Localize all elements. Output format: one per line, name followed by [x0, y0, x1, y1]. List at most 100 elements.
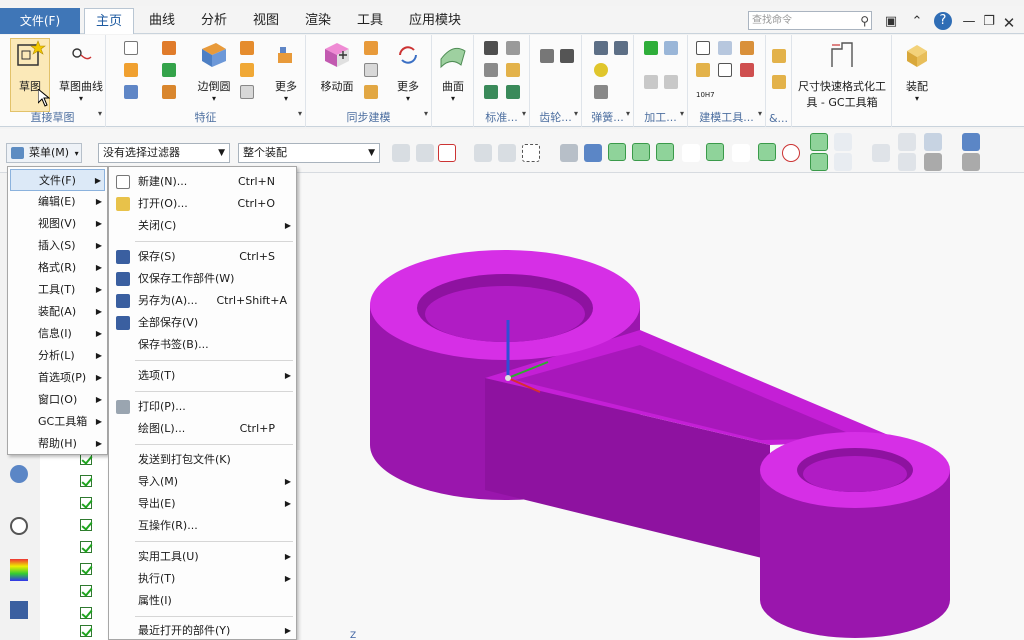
machining-item-icon[interactable]	[644, 75, 658, 89]
file-save-work-part[interactable]: 仅保存工作部件(W)	[110, 268, 295, 290]
history-clock-icon[interactable]	[10, 517, 28, 535]
tab-render[interactable]: 渲染	[296, 8, 340, 34]
standard-item4-icon[interactable]	[506, 85, 520, 99]
render-style-icon[interactable]	[924, 153, 942, 171]
edge-blend-button[interactable]: 边倒圆 ▾	[192, 39, 236, 103]
menu-item-preferences[interactable]: 首选项(P) ▶	[10, 367, 105, 389]
standard-part-icon[interactable]	[484, 41, 498, 55]
pattern-icon[interactable]	[240, 85, 254, 99]
offset-region-icon[interactable]	[364, 63, 378, 77]
sketch-button[interactable]: 草图	[10, 39, 50, 107]
file-close[interactable]: 关闭(C) ▶	[110, 215, 295, 237]
intersection-icon[interactable]	[732, 144, 750, 162]
tree-row[interactable]	[80, 624, 110, 640]
tab-tools[interactable]: 工具	[348, 8, 392, 34]
file-save-bookmark[interactable]: 保存书签(B)...	[110, 334, 295, 356]
cube-select-icon[interactable]	[584, 144, 602, 162]
spring-coil-icon[interactable]	[594, 63, 608, 77]
selection-scope-select[interactable]: 整个装配 ▼	[238, 143, 380, 163]
view-orient-icon[interactable]	[962, 133, 980, 151]
menu-item-view[interactable]: 视图(V) ▶	[10, 213, 105, 235]
standard-item3-icon[interactable]	[484, 85, 498, 99]
filter-tool-icon[interactable]	[392, 144, 410, 162]
file-send-to-package[interactable]: 发送到打包文件(K)	[110, 449, 295, 471]
snap-line-icon[interactable]	[632, 143, 650, 161]
tree-row[interactable]	[80, 496, 110, 512]
menu-item-file[interactable]: 文件(F) ▶	[10, 169, 105, 191]
more-item2-icon[interactable]	[772, 75, 786, 89]
connecting-rod-model[interactable]	[300, 173, 1024, 640]
file-new[interactable]: 新建(N)... Ctrl+N	[110, 171, 295, 193]
file-print[interactable]: 打印(P)...	[110, 396, 295, 418]
grid-icon[interactable]	[834, 153, 852, 171]
file-recent-parts[interactable]: 最近打开的部件(Y) ▶	[110, 620, 295, 640]
file-plot[interactable]: 绘图(L)... Ctrl+P	[110, 418, 295, 440]
menu-item-insert[interactable]: 插入(S) ▶	[10, 235, 105, 257]
menu-item-gc-toolbox[interactable]: GC工具箱 ▶	[10, 411, 105, 433]
block-icon[interactable]	[124, 41, 138, 55]
file-export[interactable]: 导出(E) ▶	[110, 493, 295, 515]
selection-filter-select[interactable]: 没有选择过滤器 ▼	[98, 143, 230, 163]
machining-tool-icon[interactable]	[664, 41, 678, 55]
grid-edit-icon[interactable]	[740, 41, 754, 55]
group-label-standard[interactable]: 标准... ▾	[474, 109, 529, 125]
menu-item-window[interactable]: 窗口(O) ▶	[10, 389, 105, 411]
snap-point-icon[interactable]	[474, 144, 492, 162]
window-frame-icon[interactable]: ▣	[882, 14, 900, 29]
role-icon[interactable]	[10, 601, 28, 619]
surface-button[interactable]: 曲面 ▾	[434, 39, 472, 103]
datum-icon[interactable]	[162, 63, 176, 77]
more-sync-button[interactable]: 更多 ▾	[388, 39, 428, 103]
snap-center-icon[interactable]	[758, 143, 776, 161]
more-feature-button[interactable]: 更多 ▾	[268, 39, 304, 103]
rotate-view-icon[interactable]	[898, 153, 916, 171]
more-item-icon[interactable]	[772, 49, 786, 63]
spring-icon[interactable]	[594, 41, 608, 55]
tree-row[interactable]	[80, 474, 110, 490]
dim-format-button[interactable]: 尺寸快速格式化工 具 - GC工具箱	[792, 39, 892, 110]
edit-section-icon[interactable]	[962, 153, 980, 171]
file-execute[interactable]: 执行(T) ▶	[110, 568, 295, 590]
menu-item-format[interactable]: 格式(R) ▶	[10, 257, 105, 279]
help-icon[interactable]: ?	[934, 12, 952, 30]
menu-item-info[interactable]: 信息(I) ▶	[10, 323, 105, 345]
menu-item-edit[interactable]: 编辑(E) ▶	[10, 191, 105, 213]
checkmark-icon[interactable]	[644, 41, 658, 55]
tab-home[interactable]: 主页	[84, 8, 134, 34]
tab-view[interactable]: 视图	[244, 8, 288, 34]
tree-row[interactable]	[80, 562, 110, 578]
gear-icon[interactable]	[540, 49, 554, 63]
hole-icon[interactable]	[162, 85, 176, 99]
view-tool-icon[interactable]	[834, 133, 852, 151]
standard-item-icon[interactable]	[484, 63, 498, 77]
file-save-as[interactable]: 另存为(A)... Ctrl+Shift+A	[110, 290, 295, 312]
table-icon[interactable]	[718, 41, 732, 55]
tab-curve[interactable]: 曲线	[140, 8, 184, 34]
camera-icon[interactable]	[872, 144, 890, 162]
view-fit-icon[interactable]	[898, 133, 916, 151]
palette-icon[interactable]	[10, 559, 28, 581]
group-label-more[interactable]: &...	[766, 112, 791, 125]
extrude-icon[interactable]	[124, 63, 138, 77]
replace-face-icon[interactable]	[364, 85, 378, 99]
move-face-button[interactable]: 移动面	[314, 39, 360, 94]
snap-tangent-icon[interactable]	[810, 153, 828, 171]
tolerance-label[interactable]: 10H7	[696, 91, 715, 99]
gear-pair-icon[interactable]	[560, 49, 574, 63]
command-search-input[interactable]: 查找命令 ⚲	[748, 11, 872, 30]
menu-item-assembly[interactable]: 装配(A) ▶	[10, 301, 105, 323]
menu-item-help[interactable]: 帮助(H) ▶	[10, 433, 105, 455]
gc-item-icon[interactable]	[696, 63, 710, 77]
file-utilities[interactable]: 实用工具(U) ▶	[110, 546, 295, 568]
revolve-icon[interactable]	[124, 85, 138, 99]
restore-icon[interactable]: ❐	[980, 14, 998, 29]
chamfer-icon[interactable]	[240, 41, 254, 55]
snap-edge-icon[interactable]	[656, 143, 674, 161]
menu-button[interactable]: 菜单(M) ▾	[6, 143, 82, 163]
select-box-icon[interactable]	[438, 144, 456, 162]
measure-icon[interactable]	[740, 63, 754, 77]
filter-tool2-icon[interactable]	[416, 144, 434, 162]
snap-plus-icon[interactable]	[810, 133, 828, 151]
boolean-icon[interactable]	[162, 41, 176, 55]
file-properties[interactable]: 属性(I)	[110, 590, 295, 612]
